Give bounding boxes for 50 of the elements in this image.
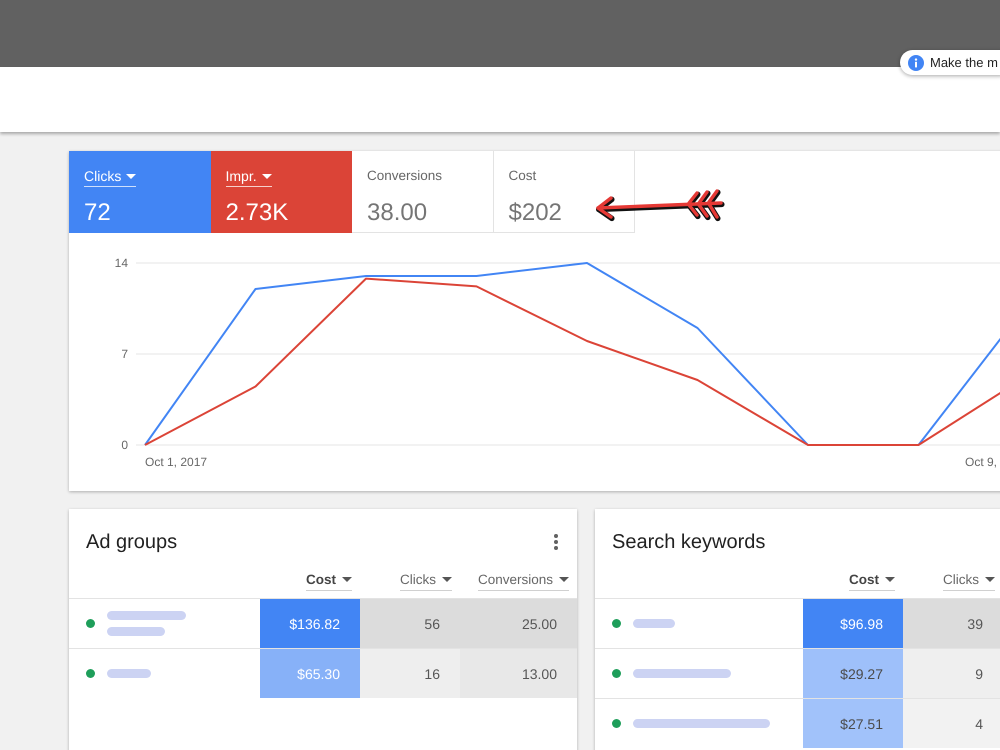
blurred-text: [107, 627, 165, 636]
metric-tile[interactable]: Impr. 2.73K: [210, 151, 352, 233]
hint-text: Make the m: [930, 55, 998, 70]
axis-label: Oct 1, 2017: [145, 455, 208, 469]
card-title: Search keywords: [612, 530, 766, 555]
table-cell: 25.00: [460, 599, 577, 648]
metric-value: $202: [508, 199, 562, 227]
metric-tile[interactable]: Clicks 72: [69, 151, 210, 233]
caret-icon: [126, 174, 136, 178]
blurred-text: [107, 669, 151, 678]
metric-tile[interactable]: Cost $202: [494, 151, 635, 233]
caret-icon: [262, 174, 272, 178]
axis-label: 0: [121, 438, 128, 452]
caret-icon: [442, 577, 452, 582]
column-header[interactable]: Clicks: [400, 571, 452, 591]
table-cell: $96.98: [803, 599, 903, 648]
axis-label: Oct 9,: [965, 455, 998, 469]
table-cell: 39: [903, 599, 1000, 648]
table-cell: 4: [903, 699, 1000, 748]
table-cell: 9: [903, 649, 1000, 698]
metric-label: Conversions: [367, 168, 442, 185]
table-cell: 56: [360, 599, 460, 648]
axis-label: 14: [114, 256, 128, 270]
table-cell: $27.51: [803, 699, 903, 748]
blurred-text: [633, 619, 675, 628]
metric-tile[interactable]: Conversions 38.00: [352, 151, 494, 233]
caret-icon: [342, 577, 352, 582]
info-icon: [908, 54, 924, 70]
column-header[interactable]: Cost: [306, 571, 352, 591]
column-header[interactable]: Cost: [849, 571, 895, 591]
axis-label: 7: [121, 347, 128, 361]
metric-value: 72: [84, 199, 111, 227]
caret-icon: [885, 577, 895, 582]
caret-icon: [985, 577, 995, 582]
metric-value: 38.00: [367, 199, 428, 227]
table-cell: 16: [360, 649, 460, 698]
table-cell: 13.00: [460, 649, 577, 698]
card-title: Ad groups: [86, 530, 178, 555]
hint-chip[interactable]: Make the m: [900, 50, 1000, 75]
metric-dropdown[interactable]: Clicks: [84, 168, 136, 187]
column-header[interactable]: Conversions: [478, 571, 569, 591]
metric-label: Cost: [508, 168, 536, 185]
table-cell: $136.82: [260, 599, 360, 648]
metric-value: 2.73K: [226, 199, 288, 227]
table-cell: $29.27: [803, 649, 903, 698]
column-header[interactable]: Clicks: [943, 571, 995, 591]
more-icon[interactable]: [554, 534, 558, 550]
caret-icon: [559, 577, 569, 582]
table-cell: $65.30: [260, 649, 360, 698]
metric-dropdown[interactable]: Impr.: [226, 168, 272, 187]
